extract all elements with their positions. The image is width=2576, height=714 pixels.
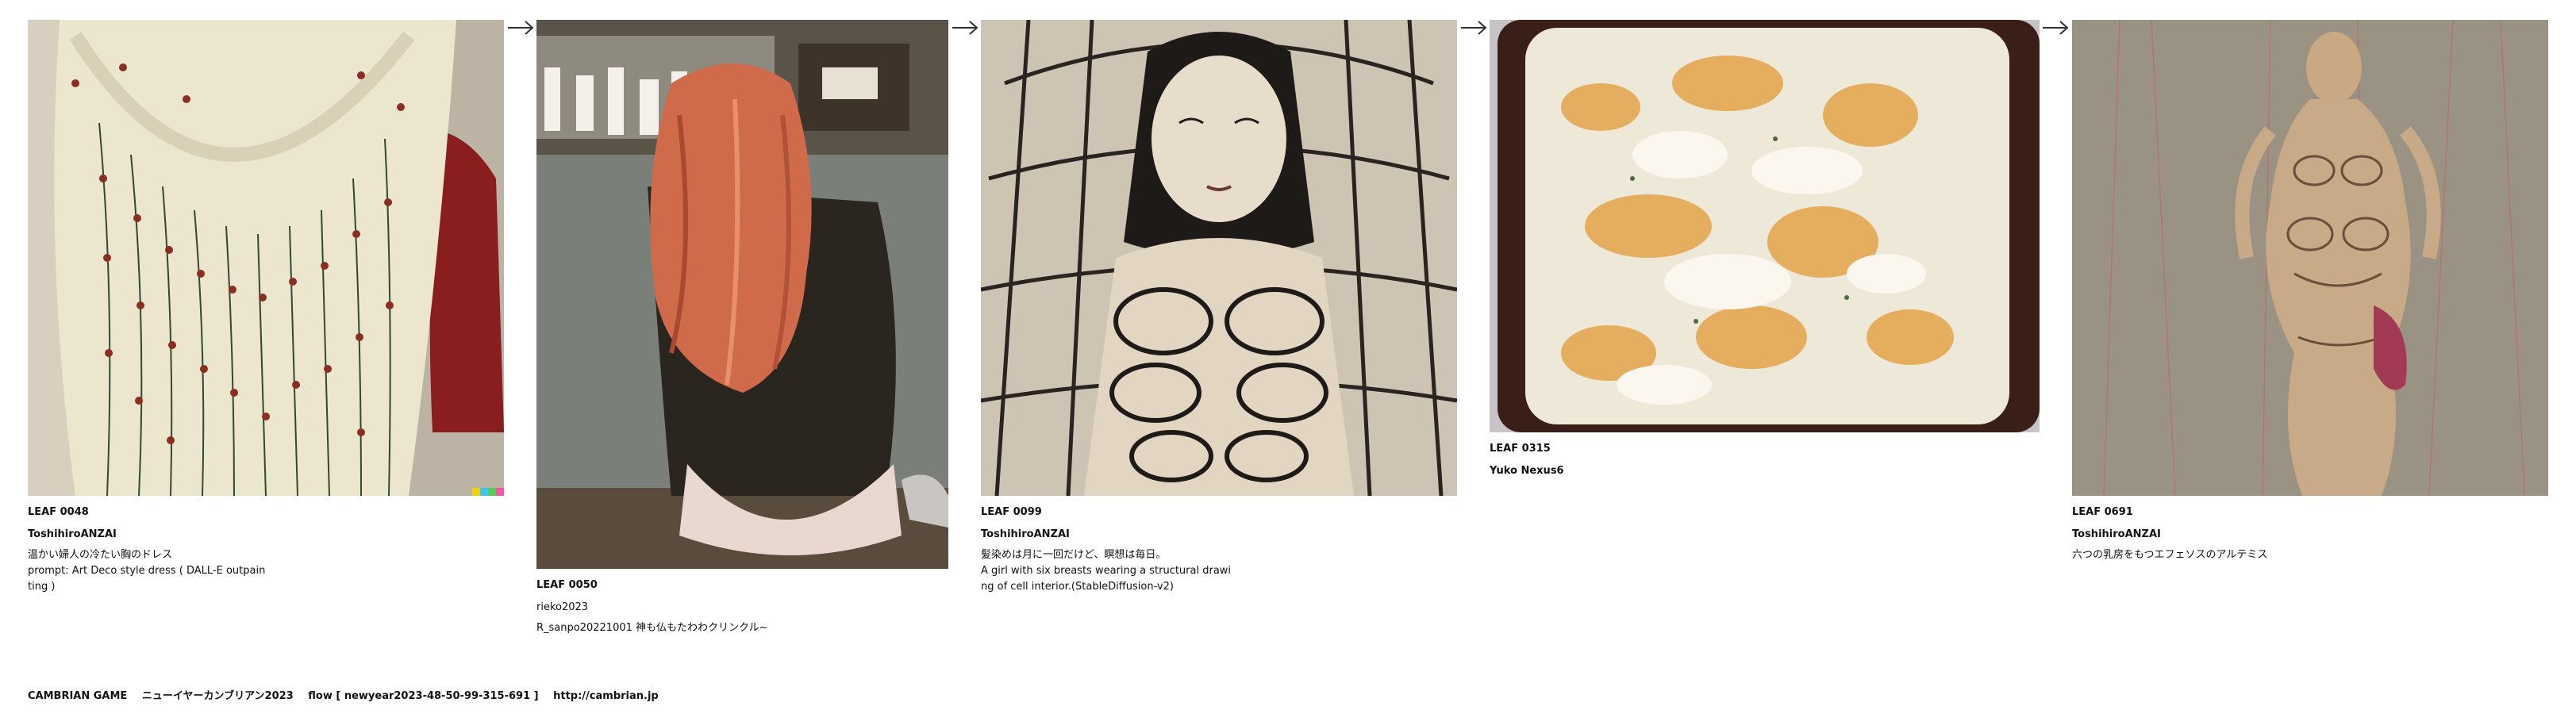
gratin-dish-image[interactable] [1490, 20, 2040, 432]
site-link[interactable]: http://cambrian.jp [553, 690, 659, 702]
red-hair-woman-image[interactable] [536, 20, 948, 569]
game-name[interactable]: CAMBRIAN GAME [28, 690, 127, 702]
leaf-title[interactable]: LEAF 0050 [536, 574, 822, 597]
leaf-description: 温かい婦人の冷たい胸のドレス prompt: Art Deco style dr… [28, 549, 266, 593]
game-title: ニューイヤーカンブリアン2023 [141, 690, 294, 702]
leaf-caption: LEAF 0099 ToshihiroANZAI 髪染めは月に一回だけど、瞑想は… [981, 501, 1267, 595]
leaf-caption: LEAF 0315 Yuko Nexus6 [1490, 438, 1775, 482]
leaf-title[interactable]: LEAF 0099 [981, 501, 1267, 524]
right-arrow-icon [951, 19, 979, 36]
leaf-author[interactable]: ToshihiroANZAI [28, 524, 313, 546]
leaf-author[interactable]: ToshihiroANZAI [981, 524, 1267, 546]
leaf-author[interactable]: rieko2023 [536, 597, 822, 619]
leaf-title[interactable]: LEAF 0315 [1490, 438, 1775, 460]
leaf-title[interactable]: LEAF 0691 [2072, 501, 2358, 524]
leaf-description: 六つの乳房をもつエフェソスのアルテミス [2072, 549, 2268, 561]
leaf-description: 髪染めは月に一回だけど、瞑想は毎日。 A girl with six breas… [981, 549, 1232, 593]
leaf-caption: LEAF 0048 ToshihiroANZAI 温かい婦人の冷たい胸のドレス … [28, 501, 313, 595]
leaf-author[interactable]: Yuko Nexus6 [1490, 460, 1775, 482]
right-arrow-icon [2041, 19, 2070, 36]
footer: CAMBRIAN GAME ニューイヤーカンブリアン2023 flow [ ne… [28, 687, 670, 702]
leaf-author[interactable]: ToshihiroANZAI [2072, 524, 2358, 546]
flow-id: flow [ newyear2023-48-50-99-315-691 ] [308, 690, 539, 702]
artemis-figure-image[interactable] [2072, 20, 2548, 496]
leaf-title[interactable]: LEAF 0048 [28, 501, 313, 524]
right-arrow-icon [1459, 19, 1488, 36]
leaf-caption: LEAF 0050 rieko2023 R_sanpo20221001 神も仏も… [536, 574, 822, 636]
right-arrow-icon [506, 19, 535, 36]
ceramic-dress-image[interactable] [28, 20, 504, 496]
structural-drawing-image[interactable] [981, 20, 1457, 496]
leaf-caption: LEAF 0691 ToshihiroANZAI 六つの乳房をもつエフェソスのア… [2072, 501, 2358, 563]
leaf-description: R_sanpo20221001 神も仏もたわわクリンクル~ [536, 622, 768, 634]
